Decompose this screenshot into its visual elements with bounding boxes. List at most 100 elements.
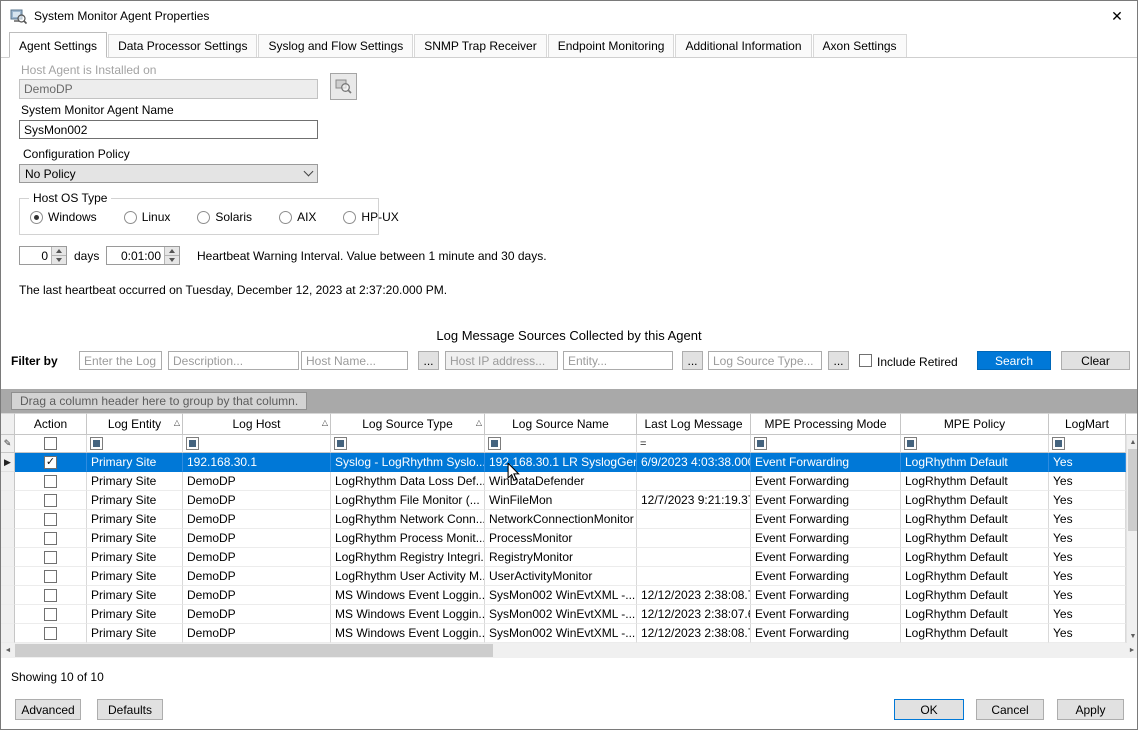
column-header-mpe-policy[interactable]: MPE Policy: [901, 413, 1049, 435]
cell-logmart: Yes: [1049, 510, 1126, 529]
close-icon[interactable]: ✕: [1097, 1, 1137, 31]
table-row[interactable]: Primary SiteDemoDPLogRhythm Network Conn…: [1, 510, 1138, 529]
filter-log-source-input[interactable]: [79, 351, 162, 370]
filter-log-source-type-input[interactable]: [708, 351, 822, 370]
horizontal-scroll-thumb[interactable]: [15, 644, 493, 657]
table-row[interactable]: Primary SiteDemoDPLogRhythm User Activit…: [1, 567, 1138, 586]
table-row[interactable]: Primary SiteDemoDPLogRhythm Data Loss De…: [1, 472, 1138, 491]
tab-syslog-and-flow-settings[interactable]: Syslog and Flow Settings: [258, 34, 413, 57]
scroll-down-icon[interactable]: ▼: [1127, 629, 1138, 643]
defaults-button[interactable]: Defaults: [97, 699, 163, 720]
select-all-checkbox[interactable]: [44, 437, 57, 450]
cell-log-source-type: Syslog - LogRhythm Syslo...: [331, 453, 485, 472]
filter-cell-mpe-policy[interactable]: [901, 435, 1049, 453]
tab-additional-information[interactable]: Additional Information: [675, 34, 811, 57]
column-header-mpe-processing-mode[interactable]: MPE Processing Mode: [751, 413, 901, 435]
showing-count-text: Showing 10 of 10: [11, 670, 104, 684]
table-row[interactable]: Primary SiteDemoDPMS Windows Event Loggi…: [1, 624, 1138, 643]
filter-cell-log-source-name[interactable]: [485, 435, 637, 453]
row-select-checkbox[interactable]: [44, 475, 57, 488]
tab-snmp-trap-receiver[interactable]: SNMP Trap Receiver: [414, 34, 546, 57]
apply-button[interactable]: Apply: [1057, 699, 1124, 720]
column-header-logmart[interactable]: LogMart: [1049, 413, 1126, 435]
filter-cell-log-source-type[interactable]: [331, 435, 485, 453]
column-header-last-log-message[interactable]: Last Log Message: [637, 413, 751, 435]
radio-windows[interactable]: Windows: [30, 210, 97, 224]
row-select-checkbox[interactable]: ✓: [44, 456, 57, 469]
row-select-checkbox[interactable]: [44, 589, 57, 602]
spinner-down-icon[interactable]: [165, 255, 179, 264]
column-header-log-host[interactable]: Log Host△: [183, 413, 331, 435]
column-header-log-entity[interactable]: Log Entity△: [87, 413, 183, 435]
agent-name-input[interactable]: [19, 120, 318, 139]
tab-axon-settings[interactable]: Axon Settings: [813, 34, 907, 57]
radio-solaris[interactable]: Solaris: [197, 210, 252, 224]
row-select-checkbox[interactable]: [44, 551, 57, 564]
spinner-down-icon[interactable]: [52, 255, 66, 264]
table-row[interactable]: Primary SiteDemoDPLogRhythm Registry Int…: [1, 548, 1138, 567]
vertical-scrollbar[interactable]: ▲ ▼: [1126, 435, 1138, 643]
scroll-left-icon[interactable]: ◄: [1, 643, 15, 658]
row-indicator: [1, 510, 15, 529]
radio-hp-ux[interactable]: HP-UX: [343, 210, 398, 224]
filter-cell-log-entity[interactable]: [87, 435, 183, 453]
heartbeat-interval-spinner[interactable]: 0:01:00: [106, 246, 180, 265]
host-agent-browse-button[interactable]: [330, 73, 357, 100]
ok-button[interactable]: OK: [894, 699, 964, 720]
browse-entity-button[interactable]: ...: [682, 351, 703, 370]
table-row[interactable]: ▶✓Primary Site192.168.30.1Syslog - LogRh…: [1, 453, 1138, 472]
scroll-up-icon[interactable]: ▲: [1127, 435, 1138, 449]
column-header-action[interactable]: Action: [15, 413, 87, 435]
row-select-checkbox[interactable]: [44, 532, 57, 545]
radio-aix[interactable]: AIX: [279, 210, 316, 224]
filter-cell-mpe-processing-mode[interactable]: [751, 435, 901, 453]
filter-cell-logmart[interactable]: [1049, 435, 1126, 453]
scroll-right-icon[interactable]: ►: [1125, 643, 1138, 658]
row-indicator: [1, 529, 15, 548]
row-select-checkbox[interactable]: [44, 570, 57, 583]
header-spacer: [1126, 413, 1138, 435]
configuration-policy-select[interactable]: No Policy: [19, 164, 318, 183]
cell-logmart: Yes: [1049, 548, 1126, 567]
filter-entity-input[interactable]: [563, 351, 673, 370]
table-row[interactable]: Primary SiteDemoDPLogRhythm Process Moni…: [1, 529, 1138, 548]
search-button[interactable]: Search: [977, 351, 1051, 370]
filter-cell-log-host[interactable]: [183, 435, 331, 453]
column-header-label: LogMart: [1065, 417, 1109, 431]
table-row[interactable]: Primary SiteDemoDPLogRhythm File Monitor…: [1, 491, 1138, 510]
clear-button[interactable]: Clear: [1061, 351, 1130, 370]
filter-description-input[interactable]: [168, 351, 299, 370]
cell-log-source-type: MS Windows Event Loggin...: [331, 624, 485, 643]
row-select-checkbox[interactable]: [44, 627, 57, 640]
radio-linux[interactable]: Linux: [124, 210, 171, 224]
spinner-up-icon[interactable]: [165, 247, 179, 255]
cancel-button[interactable]: Cancel: [976, 699, 1044, 720]
group-by-panel[interactable]: Drag a column header here to group by th…: [1, 389, 1138, 413]
spinner-up-icon[interactable]: [52, 247, 66, 255]
filter-cell-last-log-message[interactable]: =: [637, 435, 751, 453]
table-row[interactable]: Primary SiteDemoDPMS Windows Event Loggi…: [1, 605, 1138, 624]
table-row[interactable]: Primary SiteDemoDPMS Windows Event Loggi…: [1, 586, 1138, 605]
filter-host-name-input[interactable]: [301, 351, 408, 370]
filter-cell-action[interactable]: [15, 435, 87, 453]
cell-log-entity: Primary Site: [87, 567, 183, 586]
horizontal-scrollbar[interactable]: ◄ ►: [1, 643, 1138, 658]
browse-host-name-button[interactable]: ...: [418, 351, 439, 370]
column-header-log-source-name[interactable]: Log Source Name: [485, 413, 637, 435]
tab-agent-settings[interactable]: Agent Settings: [9, 32, 107, 58]
browse-log-source-type-button[interactable]: ...: [828, 351, 849, 370]
vertical-scroll-thumb[interactable]: [1128, 449, 1138, 531]
row-select-checkbox[interactable]: [44, 494, 57, 507]
row-select-checkbox[interactable]: [44, 513, 57, 526]
cell-action: [15, 491, 87, 510]
heartbeat-days-value: 0: [20, 247, 51, 264]
radio-label: Linux: [142, 210, 171, 224]
heartbeat-days-spinner[interactable]: 0: [19, 246, 67, 265]
column-header-log-source-type[interactable]: Log Source Type△: [331, 413, 485, 435]
advanced-button[interactable]: Advanced: [15, 699, 81, 720]
row-select-checkbox[interactable]: [44, 608, 57, 621]
tab-data-processor-settings[interactable]: Data Processor Settings: [108, 34, 257, 57]
tab-endpoint-monitoring[interactable]: Endpoint Monitoring: [548, 34, 675, 57]
cell-log-source-type: LogRhythm Process Monit...: [331, 529, 485, 548]
include-retired-checkbox[interactable]: [859, 354, 872, 367]
